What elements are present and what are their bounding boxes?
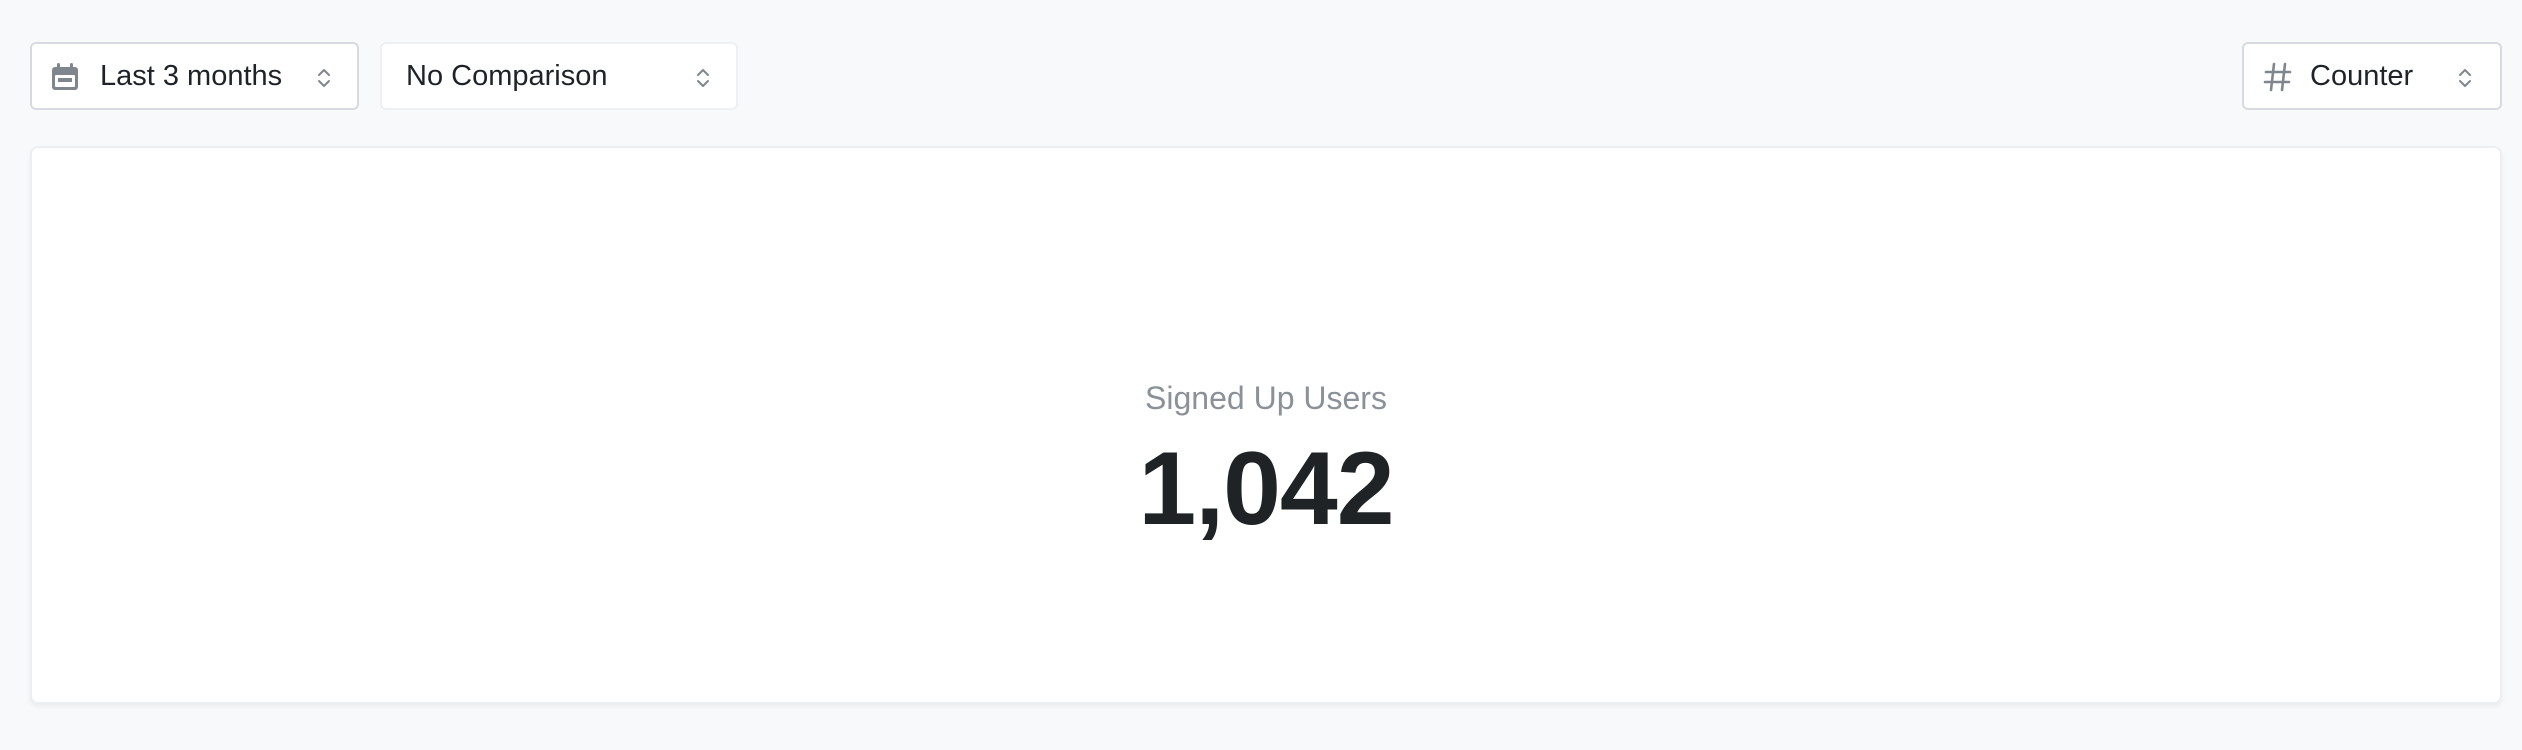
date-range-select[interactable]: Last 3 months (30, 42, 359, 110)
metric-block: Signed Up Users 1,042 (32, 378, 2500, 544)
chevron-up-down-icon (315, 66, 333, 90)
visualization-label: Counter (2310, 60, 2414, 92)
comparison-select[interactable]: No Comparison (380, 42, 738, 110)
metric-value: 1,042 (1138, 431, 1394, 547)
chevron-up-down-icon (694, 66, 712, 90)
hash-icon (2262, 61, 2294, 93)
metric-card: Signed Up Users 1,042 (30, 146, 2502, 704)
date-range-label: Last 3 months (100, 60, 283, 92)
chevron-up-down-icon (2456, 66, 2474, 90)
metric-label: Signed Up Users (1145, 380, 1387, 416)
calendar-icon (50, 62, 80, 92)
visualization-select[interactable]: Counter (2242, 42, 2502, 110)
comparison-label: No Comparison (406, 60, 608, 92)
toolbar: Last 3 months No Comparison Counter (30, 42, 2502, 112)
